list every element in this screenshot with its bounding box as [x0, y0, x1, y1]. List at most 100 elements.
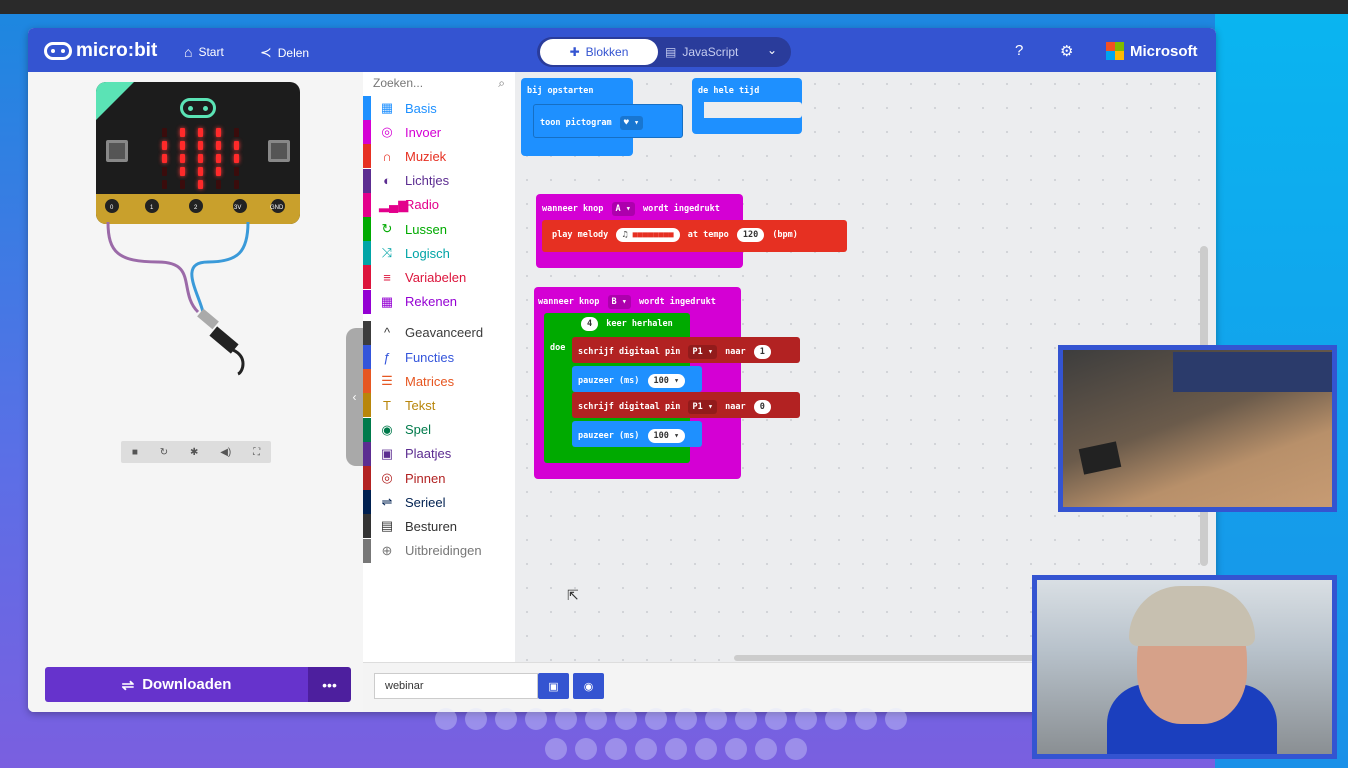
- button-a-dropdown[interactable]: A ▾: [611, 202, 635, 216]
- pause-value-text-1: 100: [653, 376, 669, 386]
- to-label-1: naar: [725, 347, 746, 357]
- led: [198, 154, 203, 163]
- pause-value-2[interactable]: 100 ▾: [647, 429, 686, 443]
- share-button[interactable]: ≺ Delen: [260, 44, 309, 61]
- loop-icon: ↻: [381, 221, 393, 236]
- category-pinnen[interactable]: ◎ Pinnen: [363, 466, 515, 490]
- on-start-block[interactable]: bij opstarten toon pictogram ♥ ▾: [521, 78, 683, 156]
- download-button[interactable]: ⇌ Downloaden: [45, 667, 308, 702]
- microsoft-logo[interactable]: Microsoft: [1106, 42, 1198, 60]
- category-geavanceerd[interactable]: ^ Geavanceerd: [363, 320, 515, 345]
- blocks-tab[interactable]: ✚ Blokken: [540, 39, 658, 65]
- repeat-label: keer herhalen: [606, 319, 673, 329]
- toolbox: Zoeken... ⌕ ▦ Basis ◎ Invoer ∩ Muziek ◐ Lichtje…: [363, 72, 515, 662]
- mute-icon[interactable]: ◀): [220, 447, 231, 458]
- top-strip: [0, 0, 1348, 14]
- gear-icon[interactable]: ⚙: [1060, 42, 1073, 60]
- category-lichtjes[interactable]: ◐ Lichtjes: [363, 168, 515, 193]
- category-functies[interactable]: ƒ Functies: [363, 345, 515, 369]
- show-icon-block[interactable]: toon pictogram ♥ ▾: [533, 104, 683, 138]
- toggle-icon: ◐: [383, 173, 391, 189]
- category-rekenen[interactable]: ▦ Rekenen: [363, 289, 515, 314]
- category-uitbreidingen[interactable]: ⊕ Uitbreidingen: [363, 538, 515, 563]
- category-tekst[interactable]: T Tekst: [363, 393, 515, 418]
- brand-label: Microsoft: [1130, 42, 1198, 60]
- category-label: Plaatjes: [405, 446, 452, 462]
- category-label: Logisch: [405, 245, 450, 261]
- search-input[interactable]: Zoeken... ⌕: [373, 76, 505, 94]
- save-button[interactable]: ▣: [538, 673, 569, 699]
- help-icon[interactable]: ?: [1015, 42, 1023, 59]
- repeat-block[interactable]: 4 keer herhalen doe schrijf digitaal pin…: [544, 313, 800, 463]
- button-a[interactable]: [106, 140, 128, 162]
- on-button-a-block[interactable]: wanneer knop A ▾ wordt ingedrukt play me…: [536, 194, 847, 268]
- button-b-dropdown[interactable]: B ▾: [607, 295, 631, 309]
- microbit-logo[interactable]: micro:bit: [44, 40, 157, 62]
- led: [162, 128, 167, 137]
- more-options-button[interactable]: •••: [308, 667, 351, 702]
- start-button[interactable]: ⌂ Start: [184, 44, 224, 60]
- category-label: Geavanceerd: [405, 325, 484, 341]
- icon-dropdown[interactable]: ♥ ▾: [619, 116, 644, 130]
- category-besturen[interactable]: ▤ Besturen: [363, 514, 515, 539]
- headphones-icon: ∩: [382, 148, 392, 164]
- stop-icon[interactable]: ■: [132, 447, 138, 458]
- horizontal-scrollbar[interactable]: [734, 655, 1054, 661]
- category-plaatjes[interactable]: ▣ Plaatjes: [363, 441, 515, 466]
- pin-dropdown-1[interactable]: P1 ▾: [688, 345, 717, 359]
- category-label: Lichtjes: [405, 173, 450, 189]
- write-value-2[interactable]: 0: [753, 400, 771, 414]
- target-icon: ◎: [381, 124, 393, 140]
- pause-block-2[interactable]: pauzeer (ms) 100 ▾: [572, 421, 702, 447]
- led: [180, 128, 185, 137]
- category-radio[interactable]: ▂▄▆ Radio: [363, 192, 515, 217]
- puzzle-icon: ✚: [569, 45, 580, 59]
- category-invoer[interactable]: ◎ Invoer: [363, 120, 515, 145]
- tempo-value[interactable]: 120: [736, 228, 765, 242]
- category-matrices[interactable]: ☰ Matrices: [363, 369, 515, 394]
- search-placeholder: Zoeken...: [373, 76, 424, 90]
- write-value-1[interactable]: 1: [753, 345, 771, 359]
- github-button[interactable]: ◉: [573, 673, 604, 699]
- digital-write-block-2[interactable]: schrijf digitaal pin P1 ▾ naar 0: [572, 392, 800, 418]
- simulator-controls: ■ ↻ ✱ ◀) ⛶: [121, 441, 271, 463]
- category-basis[interactable]: ▦ Basis: [363, 96, 515, 120]
- category-spel[interactable]: ◉ Spel: [363, 417, 515, 442]
- category-muziek[interactable]: ∩ Muziek: [363, 144, 515, 169]
- category-lussen[interactable]: ↻ Lussen: [363, 217, 515, 241]
- bpm-label: (bpm): [772, 230, 798, 240]
- category-logisch[interactable]: ⤨ Logisch: [363, 241, 515, 266]
- pin-icon: ◎: [381, 470, 393, 485]
- button-b[interactable]: [268, 140, 290, 162]
- led: [216, 128, 221, 137]
- restart-icon[interactable]: ↻: [160, 447, 168, 458]
- webcam-microbit: [1078, 441, 1122, 475]
- pause-value-1[interactable]: 100 ▾: [647, 374, 686, 388]
- pause-label-1: pauzeer (ms): [578, 376, 640, 386]
- board-logo[interactable]: [180, 98, 216, 118]
- category-label: Functies: [405, 349, 455, 365]
- melody-editor[interactable]: ♫ ■■■■■■■■: [616, 228, 680, 242]
- gamepad-icon: ◉: [381, 421, 393, 437]
- repeat-count[interactable]: 4: [581, 317, 599, 331]
- pin-dropdown-2[interactable]: P1 ▾: [688, 400, 717, 414]
- do-label: doe: [550, 343, 566, 353]
- category-label: Variabelen: [405, 269, 467, 285]
- category-variabelen[interactable]: ≡ Variabelen: [363, 265, 515, 290]
- project-name-input[interactable]: webinar: [374, 673, 538, 699]
- forever-block[interactable]: de hele tijd: [692, 78, 802, 134]
- collapse-simulator-button[interactable]: ‹: [346, 328, 363, 466]
- play-melody-block[interactable]: play melody ♫ ■■■■■■■■ at tempo 120 (bpm…: [542, 220, 847, 252]
- debug-icon[interactable]: ✱: [190, 447, 198, 458]
- grid-icon: ▦: [380, 100, 394, 115]
- on-button-b-block[interactable]: wanneer knop B ▾ wordt ingedrukt 4 keer …: [534, 287, 800, 479]
- javascript-tab[interactable]: ▤ JavaScript: [665, 39, 738, 65]
- category-label: Uitbreidingen: [405, 543, 482, 559]
- fullscreen-icon[interactable]: ⛶: [253, 447, 260, 458]
- led: [234, 180, 239, 189]
- pause-block-1[interactable]: pauzeer (ms) 100 ▾: [572, 366, 702, 392]
- chevron-down-icon[interactable]: ⌄: [767, 43, 777, 57]
- digital-write-block-1[interactable]: schrijf digitaal pin P1 ▾ naar 1: [572, 337, 800, 363]
- menubar: micro:bit ⌂ Start ≺ Delen ✚ Blokken ▤ Ja…: [28, 28, 1216, 72]
- category-serieel[interactable]: ⇌ Serieel: [363, 490, 515, 515]
